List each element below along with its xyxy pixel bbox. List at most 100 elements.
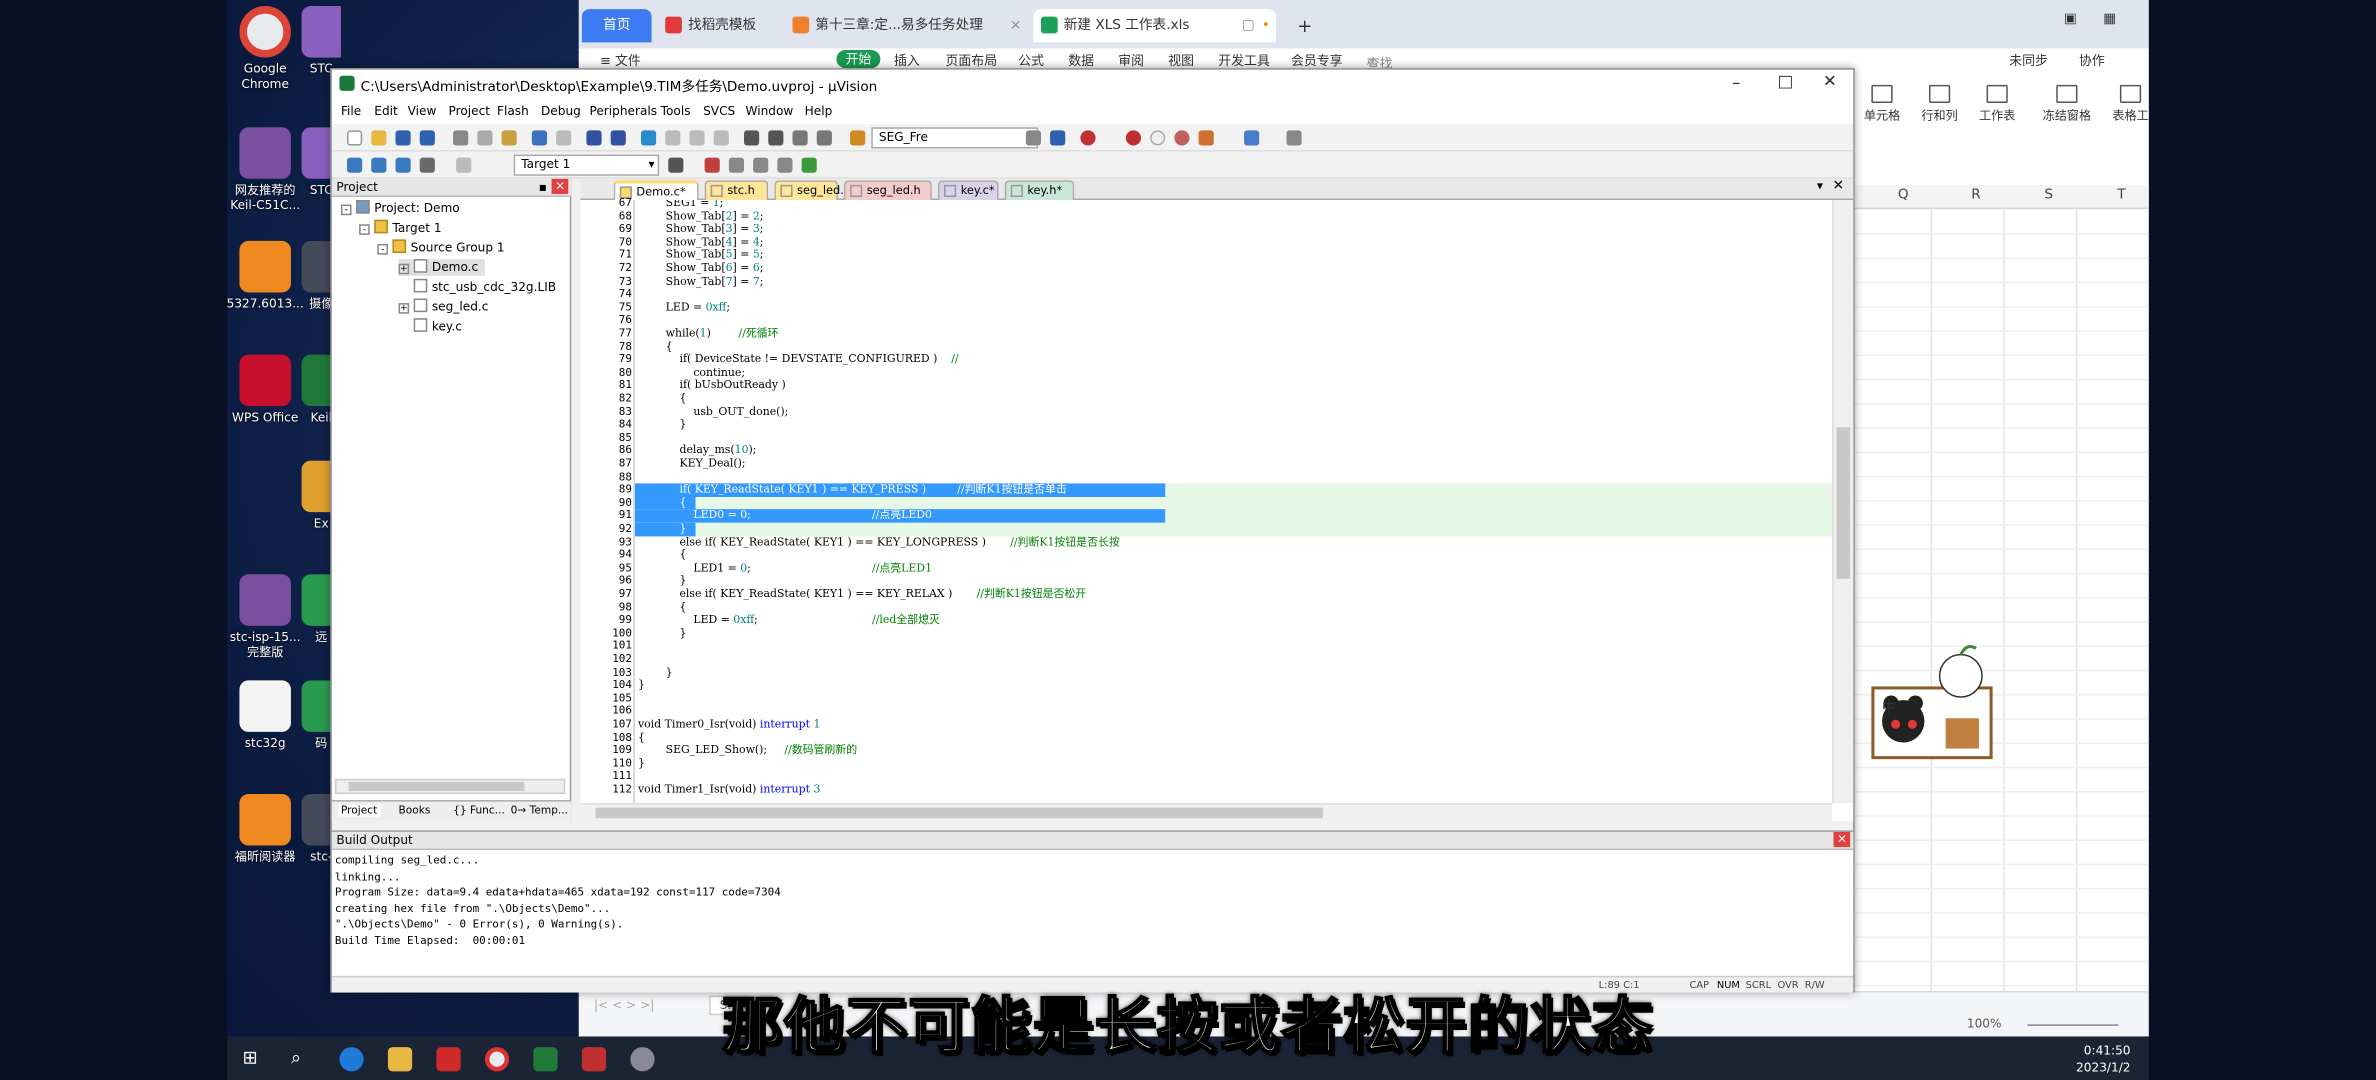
tab-project[interactable]: Project <box>337 804 381 817</box>
menu-peripherals[interactable]: Peripherals <box>589 105 657 119</box>
spreadsheet-grid[interactable]: Q R S T <box>1851 172 2149 992</box>
debug-start-icon[interactable] <box>1080 130 1096 146</box>
ribbon-table-tools[interactable]: 表格工 <box>2100 84 2161 124</box>
find-combo[interactable]: SEG_Fre▾ <box>871 127 1038 149</box>
uncomment-icon[interactable] <box>816 130 832 146</box>
wps-tab-home[interactable]: 首页 <box>581 9 652 43</box>
tree-target[interactable]: - Target 1 <box>359 219 442 237</box>
editor-vscroll[interactable] <box>1831 200 1854 804</box>
collapse-icon[interactable]: - <box>340 204 352 216</box>
paste-icon[interactable] <box>501 130 517 146</box>
cut-icon[interactable] <box>453 130 469 146</box>
menu-project[interactable]: Project <box>449 105 490 119</box>
menu-view[interactable]: 视图 <box>1168 52 1194 70</box>
menu-help[interactable]: Help <box>805 105 833 119</box>
col-s[interactable]: S <box>2012 188 2085 203</box>
tree-source-group[interactable]: - Source Group 1 <box>377 239 505 256</box>
desktop-shortcut[interactable]: stc32g <box>226 680 305 751</box>
scroll-thumb[interactable] <box>1836 427 1851 579</box>
ribbon-freeze[interactable]: 冻结窗格 <box>2037 84 2098 124</box>
indent-icon[interactable] <box>744 130 760 146</box>
undo-icon[interactable] <box>531 130 548 146</box>
breakpoint-kill-all-icon[interactable] <box>1198 130 1214 146</box>
file-extensions-icon[interactable] <box>704 157 720 173</box>
scroll-thumb[interactable] <box>348 781 525 791</box>
ribbon-row-col[interactable]: 行和列 <box>1909 84 1970 124</box>
close-icon[interactable]: × <box>1010 9 1021 42</box>
apps-grid-icon[interactable]: ▦ <box>2103 12 2116 27</box>
menu-debug[interactable]: Debug <box>541 105 581 119</box>
rte-icon[interactable] <box>801 157 817 173</box>
ribbon-worksheet[interactable]: 工作表 <box>1967 84 2028 124</box>
incremental-find-icon[interactable] <box>1050 130 1066 146</box>
new-tab-button[interactable]: + <box>1288 9 1318 42</box>
chevron-down-icon[interactable]: ▾ <box>1817 179 1823 193</box>
col-q[interactable]: Q <box>1867 188 1940 203</box>
col-r[interactable]: R <box>1940 188 2013 203</box>
copy-icon[interactable] <box>477 130 493 146</box>
menu-data[interactable]: 数据 <box>1068 52 1094 70</box>
window-layout-icon[interactable] <box>1244 130 1260 146</box>
close-icon[interactable]: × <box>1833 831 1851 848</box>
tree-file-seg-led[interactable]: + seg_led.c <box>398 298 488 316</box>
close-icon[interactable]: × <box>552 178 569 194</box>
menu-formula[interactable]: 公式 <box>1018 52 1044 70</box>
collapse-icon[interactable]: - <box>359 224 370 235</box>
find-in-files-icon[interactable] <box>850 130 866 146</box>
bookmark-prev-icon[interactable] <box>665 130 681 146</box>
editor-tab[interactable]: key.h* <box>1004 180 1075 201</box>
menu-page-layout[interactable]: 页面布局 <box>946 52 998 70</box>
menu-file[interactable]: File <box>341 105 361 119</box>
save-all-icon[interactable] <box>419 130 435 146</box>
tree-project-root[interactable]: - Project: Demo <box>340 200 460 217</box>
menu-member[interactable]: 会员专享 <box>1291 52 1343 70</box>
stop-build-icon[interactable] <box>456 157 472 173</box>
scroll-thumb[interactable] <box>595 807 1323 819</box>
editor-hscroll[interactable] <box>580 803 1832 822</box>
nav-forward-icon[interactable] <box>610 130 626 146</box>
translate-icon[interactable] <box>347 157 363 173</box>
menu-developer[interactable]: 开发工具 <box>1218 52 1270 70</box>
breakpoint-icon[interactable] <box>1125 130 1142 146</box>
save-icon[interactable] <box>395 130 411 146</box>
open-folder-icon[interactable] <box>371 130 387 146</box>
project-hscroll[interactable] <box>334 778 566 795</box>
desktop-shortcut[interactable]: stc-isp-15... 完整版 <box>226 574 305 660</box>
menu-review[interactable]: 审阅 <box>1118 52 1144 70</box>
rebuild-icon[interactable] <box>395 157 411 173</box>
new-file-icon[interactable] <box>347 130 363 146</box>
tab-functions[interactable]: {} Func... <box>453 805 505 817</box>
tab-books[interactable]: Books <box>399 805 431 817</box>
editor-tab[interactable]: seg_led.h <box>844 180 932 201</box>
menu-start[interactable]: 开始 <box>836 50 881 69</box>
wps-tab-chapter13[interactable]: 第十三章:定...易多任务处理 × <box>785 9 1027 42</box>
bookmark-icon[interactable] <box>640 130 657 146</box>
minimize-button[interactable]: – <box>1732 73 1740 93</box>
desktop-shortcut[interactable]: Google Chrome <box>226 6 305 92</box>
editor-tab[interactable]: stc.h <box>704 180 769 201</box>
menu-tools[interactable]: Tools <box>661 105 691 119</box>
desktop-shortcut[interactable]: 5327.6013... <box>226 240 305 312</box>
ribbon-cell[interactable]: 单元格 <box>1852 84 1913 124</box>
menu-flash[interactable]: Flash <box>497 105 529 119</box>
tree-file-lib[interactable]: stc_usb_cdc_32g.LIB <box>413 278 556 296</box>
comment-icon[interactable] <box>792 130 808 146</box>
bookmark-clear-icon[interactable] <box>713 130 729 146</box>
pack-installer-icon[interactable] <box>777 157 793 173</box>
col-t[interactable]: T <box>2085 188 2158 203</box>
bookmark-next-icon[interactable] <box>689 130 705 146</box>
unindent-icon[interactable] <box>768 130 784 146</box>
desktop-shortcut[interactable]: 网友推荐的 Keil-C51C... <box>226 127 305 213</box>
breakpoint-kill-icon[interactable] <box>1174 130 1190 146</box>
expand-icon[interactable]: + <box>398 303 410 314</box>
menu-edit[interactable]: Edit <box>374 105 397 119</box>
sync-status[interactable]: 未同步 <box>2009 52 2048 70</box>
redo-icon[interactable] <box>556 130 572 146</box>
breakpoint-disable-icon[interactable] <box>1150 130 1166 146</box>
menu-view[interactable]: View <box>408 105 437 119</box>
tree-file-key-c[interactable]: key.c <box>413 318 462 335</box>
menu-file[interactable]: ≡ 文件 <box>600 52 641 70</box>
target-select[interactable]: Target 1 ▾ <box>513 154 660 176</box>
manage-components-icon[interactable] <box>728 157 745 173</box>
layout-icon[interactable]: ▣ <box>2064 12 2077 27</box>
